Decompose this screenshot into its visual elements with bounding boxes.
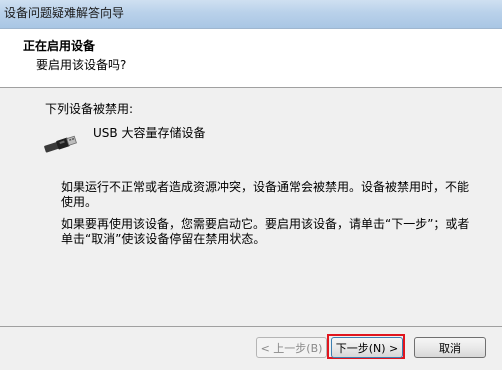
wizard-header: 正在启用设备 要启用该设备吗?: [0, 29, 502, 88]
window-title: 设备问题疑难解答向导: [4, 6, 125, 20]
title-bar[interactable]: 设备问题疑难解答向导: [0, 0, 502, 29]
wizard-body: 下列设备被禁用: USB 大容量存储设备 如果运行不正常或者造成资源冲突，设备通…: [0, 88, 502, 326]
device-name: USB 大容量存储设备: [93, 126, 206, 140]
back-button[interactable]: < 上一步(B): [256, 337, 327, 358]
disabled-devices-label: 下列设备被禁用:: [45, 102, 134, 116]
usb-plug-icon: [44, 135, 77, 153]
header-subtitle: 要启用该设备吗?: [36, 58, 127, 72]
header-title: 正在启用设备: [23, 39, 96, 53]
wizard-window: 设备问题疑难解答向导 正在启用设备 要启用该设备吗? 下列设备被禁用: USB …: [0, 0, 502, 370]
enable-instructions-text: 如果要再使用该设备，您需要启动它。要启用该设备，请单击“下一步”；或者单击“取消…: [61, 217, 470, 246]
disabled-explanation-text: 如果运行不正常或者造成资源冲突，设备通常会被禁用。设备被禁用时，不能使用。: [61, 180, 470, 209]
cancel-button[interactable]: 取消: [414, 337, 486, 358]
button-bar: < 上一步(B) 下一步(N) > 取消: [0, 326, 502, 370]
next-button[interactable]: 下一步(N) >: [331, 337, 403, 358]
